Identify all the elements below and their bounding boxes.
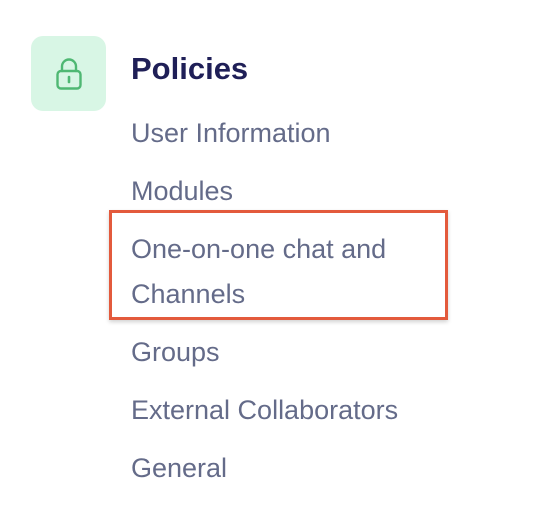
menu-item-groups[interactable]: Groups xyxy=(131,330,220,375)
section-title: Policies xyxy=(131,51,249,86)
lock-icon xyxy=(55,57,82,90)
policies-icon-tile xyxy=(31,36,106,111)
menu-item-general[interactable]: General xyxy=(131,446,227,491)
menu-item-modules[interactable]: Modules xyxy=(131,169,233,214)
menu-item-one-on-one-chat-and-channels[interactable]: One-on-one chat and Channels xyxy=(131,227,431,317)
menu-item-user-information[interactable]: User Information xyxy=(131,111,331,156)
menu-item-external-collaborators[interactable]: External Collaborators xyxy=(131,388,398,433)
